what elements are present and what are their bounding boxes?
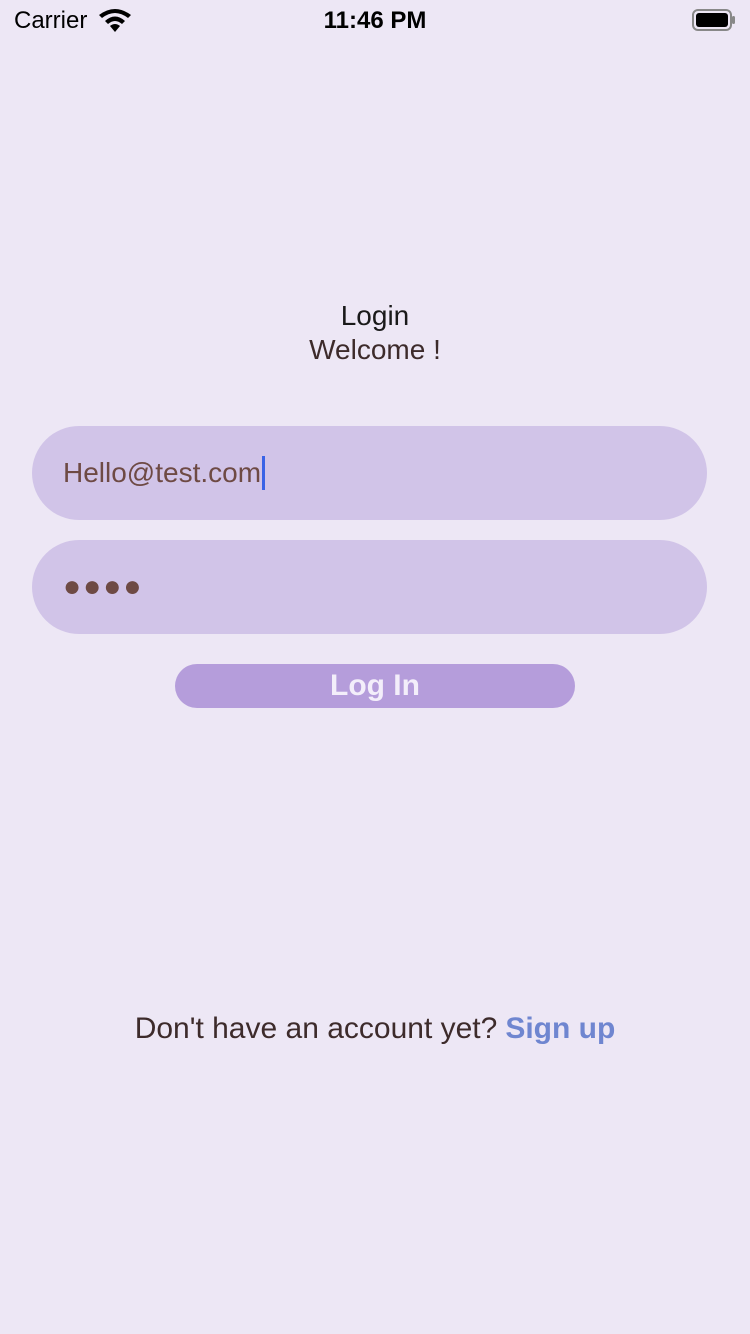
email-field[interactable]: Hello@test.com — [32, 426, 707, 520]
password-mask: ●●●● — [63, 570, 144, 603]
text-caret — [262, 456, 266, 490]
welcome-text: Welcome ! — [309, 334, 441, 365]
signup-prompt-text: Don't have an account yet? — [134, 1012, 498, 1045]
password-field[interactable]: ●●●● — [32, 540, 707, 634]
status-time: 11:46 PM — [323, 7, 427, 34]
signup-link[interactable]: Sign up — [505, 1012, 615, 1045]
battery-icon — [692, 9, 736, 31]
email-value: Hello@test.com — [63, 457, 262, 488]
status-bar: Carrier 11:46 PM — [0, 0, 750, 40]
page-title: Login — [340, 300, 410, 331]
signup-prompt: Don't have an account yet? Sign up — [0, 1012, 750, 1046]
login-button[interactable]: Log In — [175, 664, 575, 708]
